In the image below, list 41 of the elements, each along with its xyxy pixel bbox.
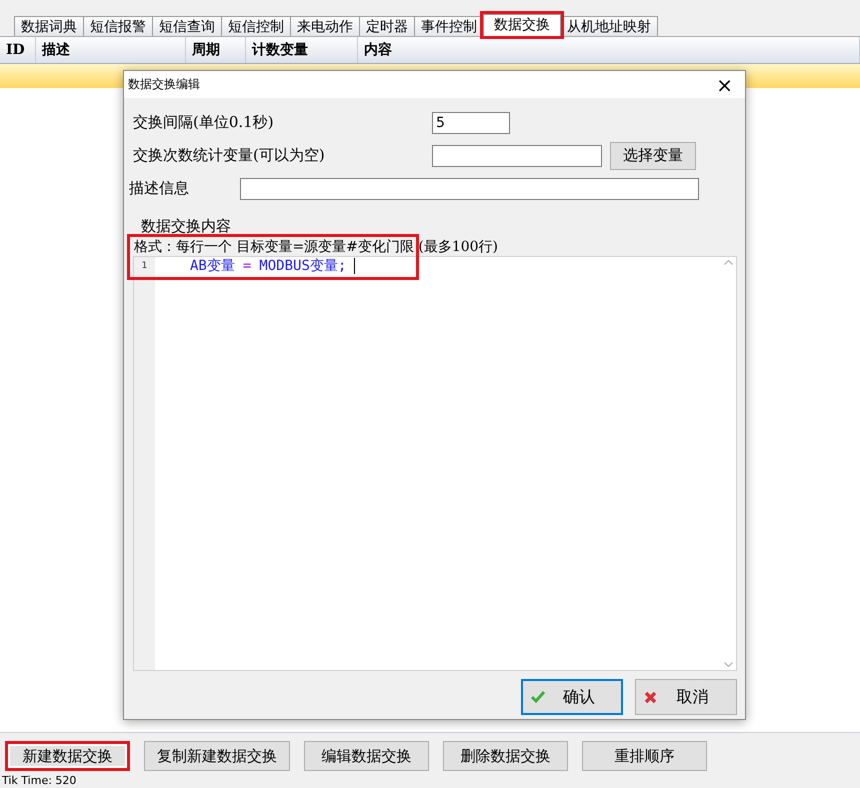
action-button[interactable]: 重排顺序 (582, 741, 707, 771)
tab[interactable]: 定时器 (359, 16, 415, 36)
text-cursor (354, 258, 356, 274)
tab[interactable]: 来电动作 (290, 16, 360, 36)
tab[interactable]: 数据词典 (14, 16, 84, 36)
line-number: 1 (140, 260, 148, 273)
scroll-up-icon[interactable] (724, 260, 732, 265)
column-header[interactable]: 周期 (186, 37, 246, 63)
format-hint: 格式：每行一个 目标变量=源变量#变化门限 (最多100行) (133, 238, 500, 256)
field-label: 交换间隔(单位0.1秒) (133, 113, 275, 132)
column-header[interactable]: ID (0, 37, 36, 63)
column-header[interactable]: 描述 (36, 37, 186, 63)
input-field[interactable] (432, 144, 602, 166)
tab[interactable]: 短信查询 (152, 16, 222, 36)
select-button[interactable]: 选择变量 (610, 142, 696, 170)
field-label: 描述信息 (129, 179, 190, 198)
cancel-button[interactable]: 取消 (635, 679, 737, 715)
code-token: MODBUS变量; (259, 257, 346, 275)
field-label: 交换次数统计变量(可以为空) (133, 146, 326, 165)
input-field[interactable] (240, 178, 699, 200)
tab[interactable]: 短信控制 (221, 16, 291, 36)
column-header[interactable]: 内容 (358, 37, 860, 63)
tab[interactable]: 数据交换 (483, 14, 561, 36)
close-button[interactable]: × (710, 72, 739, 96)
code-token: AB变量 (190, 257, 235, 275)
code-editor[interactable]: 1 AB变量 = MODBUS变量; (133, 256, 737, 671)
group-title: 数据交换内容 (140, 217, 232, 235)
status-text: Tik Time: 520 (1, 774, 76, 788)
action-button[interactable]: 新建数据交换 (5, 741, 130, 771)
action-button[interactable]: 编辑数据交换 (304, 741, 429, 771)
input-field[interactable]: 5 (432, 112, 510, 134)
confirm-button[interactable]: 确认 (521, 679, 623, 715)
window-title: 数据交换编辑 (128, 76, 200, 93)
tab[interactable]: 短信报警 (83, 16, 153, 36)
close-icon (644, 690, 657, 704)
code-operator: = (242, 257, 252, 275)
action-button[interactable]: 复制新建数据交换 (144, 741, 290, 771)
check-icon (531, 691, 545, 703)
column-header[interactable]: 计数变量 (246, 37, 358, 63)
action-button[interactable]: 删除数据交换 (443, 741, 568, 771)
scroll-down-icon[interactable] (724, 662, 732, 667)
